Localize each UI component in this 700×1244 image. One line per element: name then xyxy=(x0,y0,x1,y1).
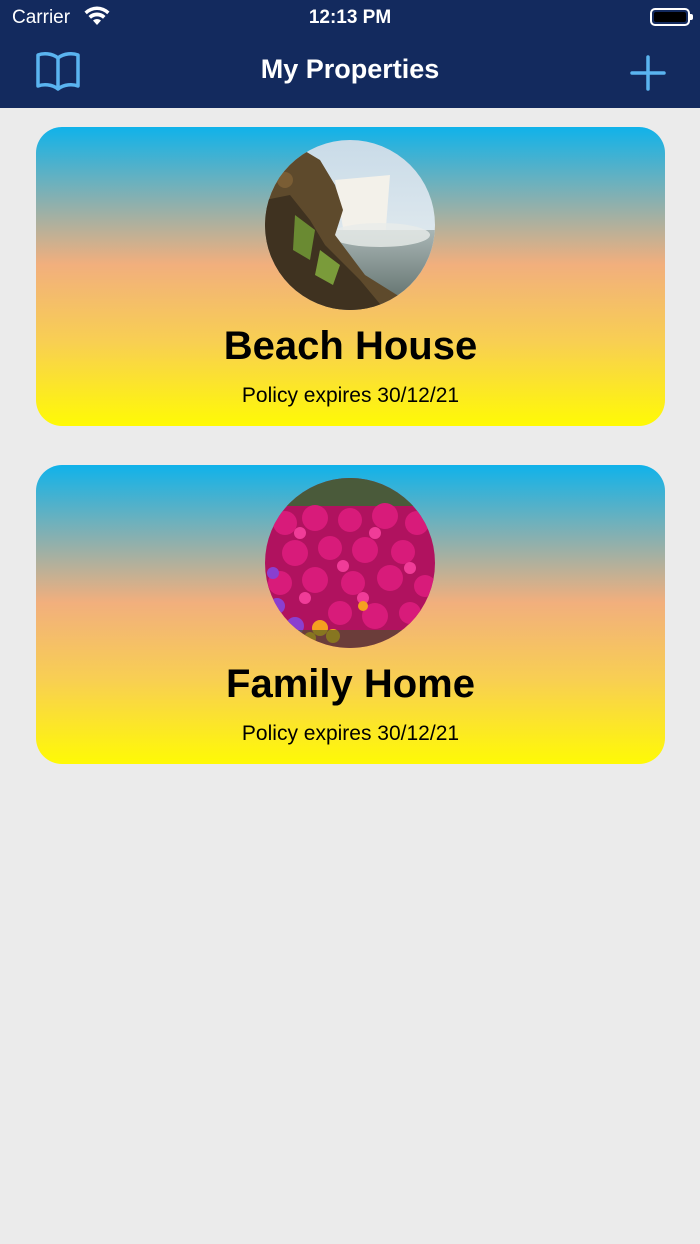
page-title: My Properties xyxy=(260,54,440,84)
plus-icon[interactable] xyxy=(628,53,668,93)
property-name: Family Home xyxy=(226,662,475,706)
property-name: Beach House xyxy=(223,324,478,368)
status-bar: Carrier 12:13 PM xyxy=(0,0,700,36)
status-time: 12:13 PM xyxy=(308,7,392,28)
policy-expiry: Policy expires 30/12/21 xyxy=(241,384,460,407)
battery-icon xyxy=(650,8,693,26)
flowers-photo xyxy=(265,478,435,648)
navigation-bar: My Properties xyxy=(0,36,700,108)
property-card-family-home[interactable]: Family Home Policy expires 30/12/21 xyxy=(36,465,665,764)
policy-expiry: Policy expires 30/12/21 xyxy=(241,722,460,745)
top-bar: Carrier 12:13 PM My Properties xyxy=(0,0,700,108)
property-card-beach-house[interactable]: Beach House Policy expires 30/12/21 xyxy=(36,127,665,426)
waterfall-photo xyxy=(265,140,435,310)
